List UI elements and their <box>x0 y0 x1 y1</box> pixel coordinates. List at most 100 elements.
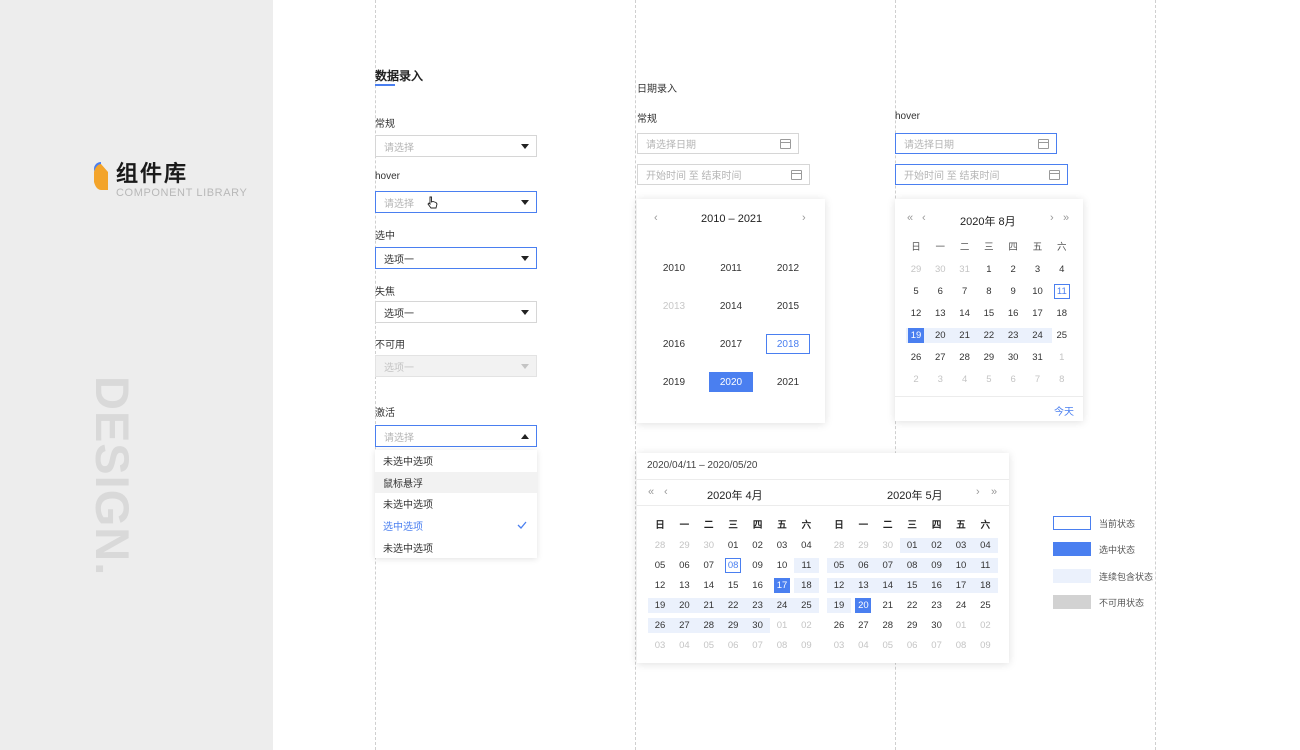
day-cell[interactable]: 09 <box>977 638 993 653</box>
day-cell[interactable]: 23 <box>750 598 766 613</box>
day-cell[interactable]: 22 <box>904 598 920 613</box>
day-cell[interactable]: 2 <box>1005 262 1021 277</box>
day-cell[interactable]: 18 <box>977 578 993 593</box>
day-cell[interactable]: 26 <box>831 618 847 633</box>
prev-month-icon[interactable]: ‹ <box>922 213 926 224</box>
day-cell[interactable]: 18 <box>1054 306 1070 321</box>
day-cell[interactable]: 22 <box>981 328 997 343</box>
year-cell[interactable]: 2019 <box>652 372 696 392</box>
day-cell[interactable]: 7 <box>1030 372 1046 387</box>
day-cell[interactable]: 08 <box>774 638 790 653</box>
day-cell[interactable]: 07 <box>880 558 896 573</box>
day-cell[interactable]: 07 <box>929 638 945 653</box>
day-cell[interactable]: 28 <box>831 538 847 553</box>
next-month-icon[interactable]: › <box>976 487 980 498</box>
day-cell[interactable]: 25 <box>977 598 993 613</box>
day-cell[interactable]: 06 <box>855 558 871 573</box>
select-selected[interactable]: 选项一 <box>375 247 537 269</box>
day-cell[interactable]: 8 <box>981 284 997 299</box>
day-cell[interactable]: 02 <box>929 538 945 553</box>
day-cell-current[interactable]: 08 <box>725 558 742 573</box>
day-cell[interactable]: 12 <box>831 578 847 593</box>
day-cell[interactable]: 28 <box>652 538 668 553</box>
day-cell[interactable]: 28 <box>957 350 973 365</box>
day-cell[interactable]: 19 <box>831 598 847 613</box>
day-cell[interactable]: 28 <box>880 618 896 633</box>
date-range-input-hover[interactable]: 开始时间 至 结束时间 <box>895 164 1068 185</box>
day-cell[interactable]: 13 <box>855 578 871 593</box>
day-cell[interactable]: 01 <box>774 618 790 633</box>
day-cell[interactable]: 19 <box>652 598 668 613</box>
day-cell[interactable]: 18 <box>798 578 814 593</box>
day-cell[interactable]: 15 <box>981 306 997 321</box>
day-cell[interactable]: 14 <box>880 578 896 593</box>
day-cell[interactable]: 30 <box>1005 350 1021 365</box>
select-blurred[interactable]: 选项一 <box>375 301 537 323</box>
day-cell[interactable]: 10 <box>1030 284 1046 299</box>
select-active[interactable]: 请选择 <box>375 425 537 447</box>
date-input[interactable]: 请选择日期 <box>637 133 799 154</box>
next-year-icon[interactable]: » <box>1063 213 1069 224</box>
day-cell[interactable]: 5 <box>908 284 924 299</box>
day-cell[interactable]: 07 <box>750 638 766 653</box>
prev-year-icon[interactable]: « <box>648 487 654 498</box>
day-cell[interactable]: 20 <box>676 598 692 613</box>
day-cell[interactable]: 06 <box>725 638 741 653</box>
day-cell[interactable]: 11 <box>798 558 814 573</box>
day-cell[interactable]: 23 <box>929 598 945 613</box>
day-cell[interactable]: 30 <box>932 262 948 277</box>
day-cell[interactable]: 8 <box>1054 372 1070 387</box>
day-cell[interactable]: 04 <box>676 638 692 653</box>
day-cell[interactable]: 04 <box>798 538 814 553</box>
day-cell[interactable]: 11 <box>977 558 993 573</box>
day-cell[interactable]: 20 <box>932 328 948 343</box>
day-cell[interactable]: 01 <box>725 538 741 553</box>
next-month-icon[interactable]: › <box>1050 213 1054 224</box>
year-cell[interactable]: 2016 <box>652 334 696 354</box>
day-cell[interactable]: 1 <box>981 262 997 277</box>
day-cell[interactable]: 03 <box>774 538 790 553</box>
day-cell[interactable]: 21 <box>880 598 896 613</box>
day-cell[interactable]: 4 <box>957 372 973 387</box>
day-cell[interactable]: 31 <box>1030 350 1046 365</box>
day-cell[interactable]: 1 <box>1054 350 1070 365</box>
day-cell[interactable]: 22 <box>725 598 741 613</box>
day-cell[interactable]: 14 <box>701 578 717 593</box>
day-cell[interactable]: 07 <box>701 558 717 573</box>
day-cell[interactable]: 03 <box>831 638 847 653</box>
day-cell[interactable]: 9 <box>1005 284 1021 299</box>
day-cell[interactable]: 27 <box>676 618 692 633</box>
day-cell[interactable]: 25 <box>1054 328 1070 343</box>
prev-decade-icon[interactable]: ‹ <box>654 213 658 224</box>
day-cell[interactable]: 09 <box>929 558 945 573</box>
year-cell[interactable]: 2012 <box>766 258 810 278</box>
day-cell[interactable]: 13 <box>676 578 692 593</box>
day-cell[interactable]: 14 <box>957 306 973 321</box>
day-cell[interactable]: 02 <box>977 618 993 633</box>
day-cell[interactable]: 09 <box>798 638 814 653</box>
day-cell[interactable]: 29 <box>981 350 997 365</box>
year-cell[interactable]: 2015 <box>766 296 810 316</box>
date-range-input[interactable]: 开始时间 至 结束时间 <box>637 164 810 185</box>
day-cell[interactable]: 26 <box>652 618 668 633</box>
day-cell[interactable]: 10 <box>774 558 790 573</box>
day-cell[interactable]: 25 <box>798 598 814 613</box>
day-cell[interactable]: 01 <box>953 618 969 633</box>
menu-item-hover[interactable]: 鼠标悬浮 <box>375 471 537 494</box>
day-cell[interactable]: 05 <box>652 558 668 573</box>
year-cell-current[interactable]: 2018 <box>766 334 810 354</box>
day-cell[interactable]: 21 <box>701 598 717 613</box>
menu-item[interactable]: 未选中选项 <box>375 493 537 515</box>
prev-year-icon[interactable]: « <box>907 213 913 224</box>
day-cell[interactable]: 24 <box>774 598 790 613</box>
day-cell[interactable]: 16 <box>750 578 766 593</box>
day-cell[interactable]: 16 <box>929 578 945 593</box>
day-cell[interactable]: 2 <box>908 372 924 387</box>
year-cell[interactable]: 2013 <box>652 296 696 316</box>
day-cell[interactable]: 30 <box>880 538 896 553</box>
day-cell[interactable]: 05 <box>831 558 847 573</box>
year-cell-selected[interactable]: 2020 <box>709 372 753 392</box>
day-cell[interactable]: 17 <box>1030 306 1046 321</box>
prev-month-icon[interactable]: ‹ <box>664 487 668 498</box>
menu-item-selected[interactable]: 选中选项 <box>375 515 537 537</box>
